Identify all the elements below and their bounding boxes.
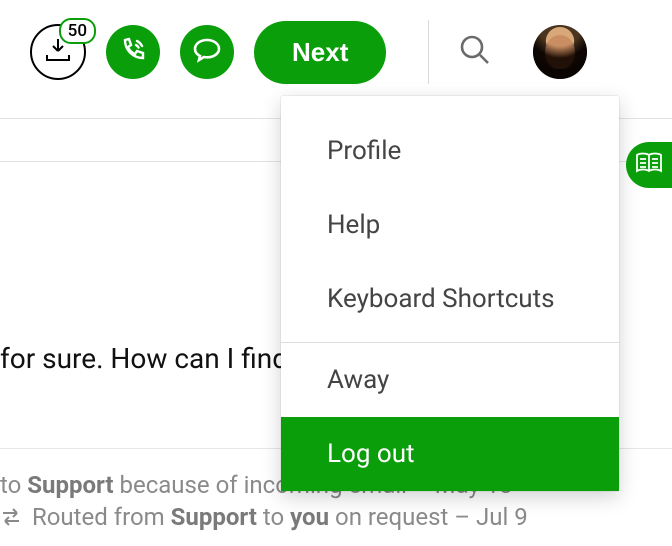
- menu-item-shortcuts[interactable]: Keyboard Shortcuts: [281, 262, 619, 336]
- phone-icon: [119, 36, 147, 68]
- inbox-button[interactable]: 50: [30, 24, 86, 80]
- user-avatar[interactable]: [533, 25, 587, 79]
- chat-button[interactable]: [180, 25, 234, 79]
- menu-item-help[interactable]: Help: [281, 188, 619, 262]
- menu-item-away[interactable]: Away: [281, 343, 619, 417]
- menu-item-profile[interactable]: Profile: [281, 114, 619, 188]
- top-bar: 50 Next: [0, 0, 672, 104]
- topbar-divider: [428, 20, 429, 84]
- routing-line-2: Routed from Support to you on request – …: [0, 503, 672, 533]
- call-button[interactable]: [106, 25, 160, 79]
- knowledge-base-tab[interactable]: [626, 142, 672, 188]
- speech-bubble-icon: [192, 36, 222, 68]
- route-arrows-icon: [0, 505, 22, 533]
- search-icon: [458, 33, 492, 71]
- next-button[interactable]: Next: [254, 21, 386, 84]
- inbox-count-badge: 50: [59, 18, 96, 44]
- search-button[interactable]: [455, 32, 495, 72]
- chat-message-text: for sure. How can I find: [0, 342, 288, 375]
- book-icon: [635, 151, 663, 179]
- menu-item-logout[interactable]: Log out: [281, 417, 619, 491]
- user-menu: Profile Help Keyboard Shortcuts Away Log…: [281, 96, 619, 491]
